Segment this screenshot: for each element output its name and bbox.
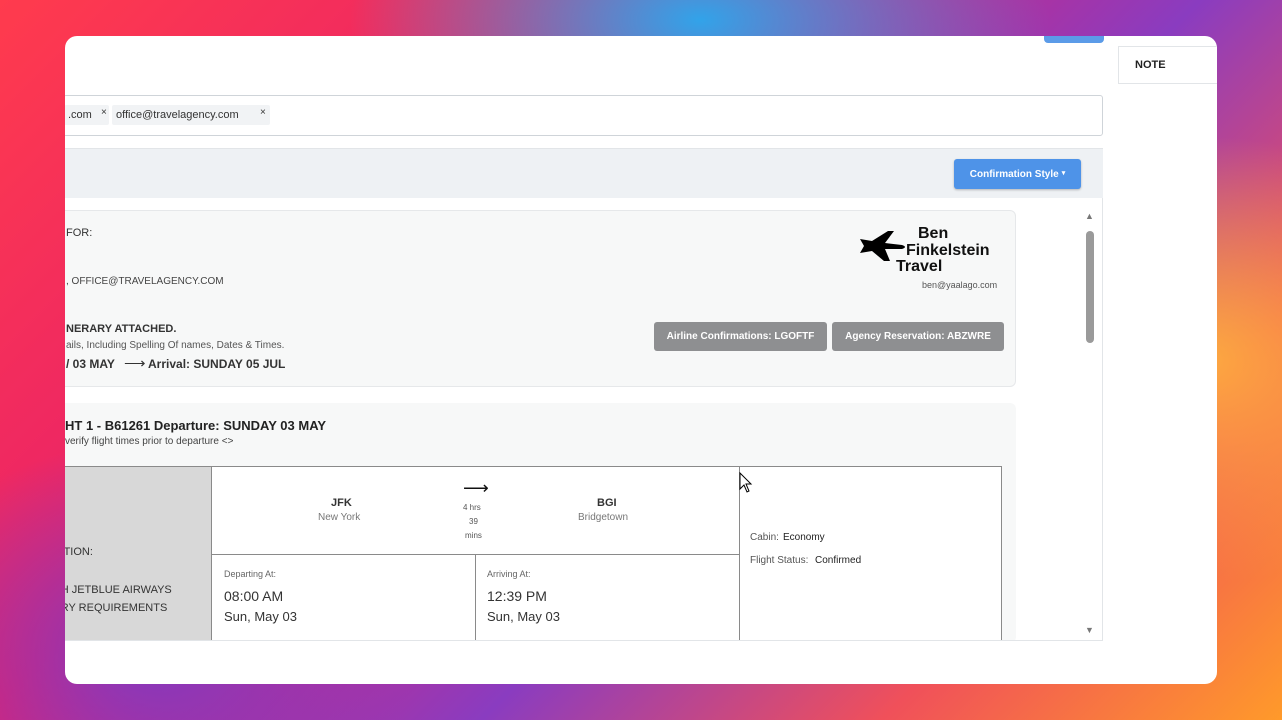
confirmation-preview[interactable]: FOR: , OFFICE@TRAVELAGENCY.COM NERARY AT… — [65, 198, 1103, 641]
preview-toolbar: Confirmation Style ▾ — [65, 148, 1103, 198]
email-chip-text: .com — [68, 109, 92, 121]
flight-info-line: TRY REQUIREMENTS — [65, 602, 168, 614]
email-chip-text: office@travelagency.com — [116, 109, 239, 121]
flight-title: HT 1 - B61261 Departure: SUNDAY 03 MAY — [65, 418, 327, 433]
duration-unit: mins — [465, 531, 482, 540]
flight-note: verify flight times prior to departure <… — [65, 436, 234, 447]
departing-date: Sun, May 03 — [224, 609, 297, 624]
duration-hours: 4 hrs — [463, 503, 481, 512]
duration-minutes: 39 — [469, 517, 478, 526]
arrival-summary: Arrival: SUNDAY 05 JUL — [148, 357, 286, 371]
origin-city: New York — [318, 512, 361, 523]
app-window: NOTE .com × office@travelagency.com × Co… — [65, 36, 1217, 684]
verify-details-text: ails, Including Spelling Of names, Dates… — [66, 340, 285, 351]
flight-status-label: Flight Status: — [750, 555, 809, 566]
arriving-date: Sun, May 03 — [487, 609, 560, 624]
chevron-down-icon: ▾ — [1061, 170, 1066, 177]
note-panel[interactable]: NOTE — [1118, 46, 1217, 84]
airline-confirmation-badge: Airline Confirmations: LGOFTF — [654, 322, 827, 351]
destination-city: Bridgetown — [578, 512, 629, 523]
scrollbar-thumb[interactable] — [1086, 231, 1094, 343]
arriving-time: 12:39 PM — [487, 588, 547, 604]
flight-info-line: IATION: — [65, 546, 93, 558]
airline-confirmation-text: Airline Confirmations: LGOFTF — [666, 331, 815, 342]
departing-time: 08:00 AM — [224, 588, 284, 604]
email-chip: .com × — [65, 105, 109, 125]
arrow-right-icon: ⟶ — [124, 355, 146, 372]
note-label: NOTE — [1135, 59, 1166, 71]
flight-details-table: S IATION: TH JETBLUE AIRWAYS TRY REQUIRE… — [65, 466, 1002, 640]
recipients-text: , OFFICE@TRAVELAGENCY.COM — [66, 276, 224, 287]
mouse-cursor-icon — [739, 472, 753, 493]
arrow-right-icon: ⟶ — [463, 478, 489, 498]
agency-email: ben@yaalago.com — [922, 280, 998, 290]
flight-info-line: TH JETBLUE AIRWAYS — [65, 584, 172, 596]
prepared-for-label: FOR: — [66, 227, 93, 239]
confirmation-style-button[interactable]: Confirmation Style ▾ — [954, 159, 1081, 189]
divider — [475, 555, 476, 640]
origin-code: JFK — [331, 497, 352, 509]
flight-info-column: S IATION: TH JETBLUE AIRWAYS TRY REQUIRE… — [65, 467, 212, 640]
remove-chip-icon[interactable]: × — [260, 103, 266, 123]
header-card: FOR: , OFFICE@TRAVELAGENCY.COM NERARY AT… — [65, 210, 1016, 387]
arriving-label: Arriving At: — [487, 569, 531, 579]
email-chip: office@travelagency.com × — [112, 105, 270, 125]
confirmation-style-label: Confirmation Style — [969, 169, 1059, 180]
agency-name-line3: Travel — [896, 258, 943, 275]
destination-code: BGI — [597, 497, 617, 509]
agency-name-line1: Ben — [918, 225, 949, 242]
itinerary-attached-text: NERARY ATTACHED. — [66, 323, 177, 335]
remove-chip-icon[interactable]: × — [101, 103, 107, 123]
agency-reservation-badge: Agency Reservation: ABZWRE — [832, 322, 1004, 351]
top-tab-button[interactable] — [1044, 36, 1104, 43]
agency-reservation-text: Agency Reservation: ABZWRE — [845, 331, 991, 342]
departing-label: Departing At: — [224, 569, 277, 579]
email-recipients-field[interactable]: .com × office@travelagency.com × — [65, 95, 1103, 136]
vertical-scrollbar[interactable]: ▲ ▼ — [1083, 211, 1095, 635]
cabin-label: Cabin: — [750, 532, 779, 543]
cabin-value: Economy — [783, 532, 825, 543]
scroll-up-icon[interactable]: ▲ — [1085, 211, 1094, 221]
flight-status-value: Confirmed — [815, 555, 862, 566]
departure-summary: / 03 MAY — [66, 357, 115, 371]
scroll-down-icon[interactable]: ▼ — [1085, 625, 1094, 635]
